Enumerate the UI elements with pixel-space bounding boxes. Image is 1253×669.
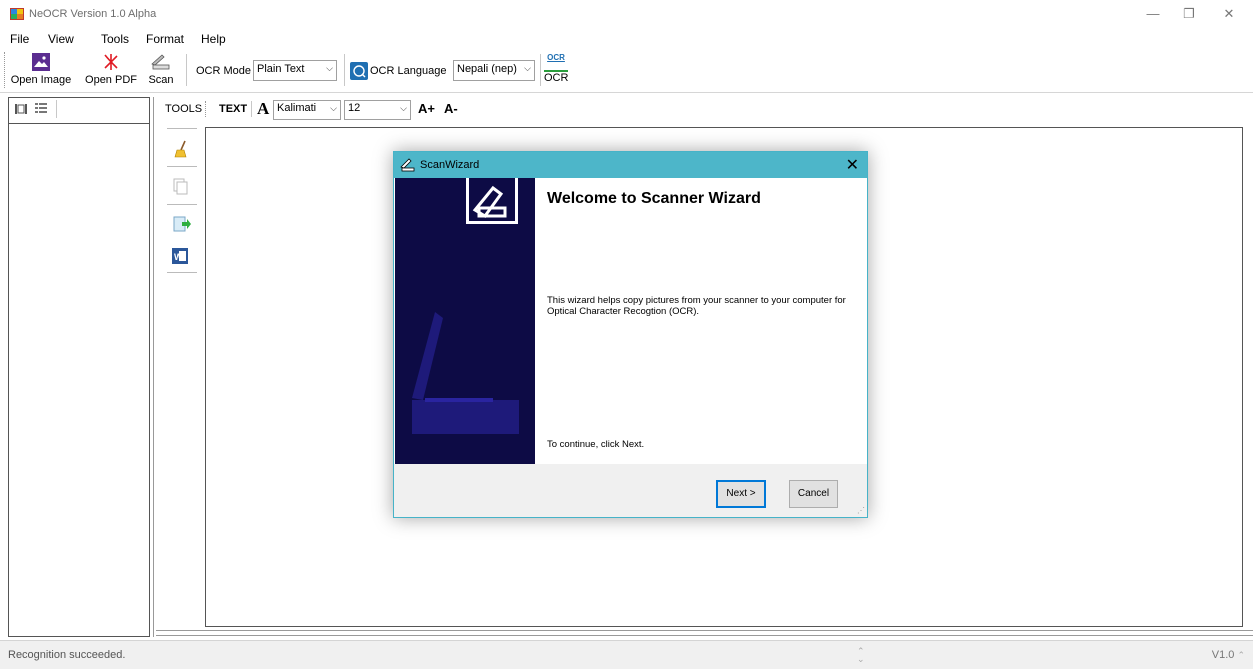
next-button[interactable]: Next > [716, 480, 766, 508]
tab-separator [56, 100, 57, 118]
tool-separator [167, 272, 197, 273]
tools-column: W [163, 126, 199, 626]
bottom-splitter[interactable] [156, 630, 1253, 636]
chevron-down-icon: ⌵ [524, 63, 531, 73]
chevron-down-icon: ⌵ [400, 103, 407, 113]
decrease-font-button[interactable]: A- [444, 101, 458, 116]
svg-text:W: W [174, 252, 183, 262]
font-size-value: 12 [348, 102, 361, 114]
open-image-button[interactable]: Open Image [8, 52, 74, 86]
menu-file[interactable]: File [10, 32, 29, 46]
menu-bar: File View Tools Format Help [0, 30, 1253, 48]
close-button[interactable]: ✕ [1213, 4, 1245, 24]
main-toolbar: Open Image Open PDF Scan OCR Mode Plain … [0, 48, 1253, 93]
font-icon: A [257, 99, 270, 118]
title-bar: NeOCR Version 1.0 Alpha — ❐ ✕ [0, 0, 1253, 30]
ocr-language-select[interactable]: Nepali (nep) ⌵ [453, 60, 535, 81]
open-pdf-button[interactable]: Open PDF [78, 52, 144, 86]
wizard-continue-text: To continue, click Next. [547, 439, 645, 450]
toolbar-separator [186, 54, 187, 86]
text-label: TEXT [219, 103, 248, 115]
page-view-icon[interactable] [14, 103, 28, 115]
dialog-body: Welcome to Scanner Wizard This wizard he… [394, 178, 867, 464]
pdf-icon [104, 54, 118, 70]
toolbar-separator [251, 101, 252, 117]
ocr-label: OCR [544, 72, 569, 84]
text-toolbar: TOOLS TEXT A Kalimati ⌵ 12 ⌵ A+ A- [157, 96, 1253, 124]
scanner-icon [400, 158, 415, 172]
scan-label: Scan [148, 74, 174, 86]
ocr-icon: OCR [544, 52, 568, 72]
scan-button[interactable]: Scan [147, 52, 175, 86]
font-select[interactable]: Kalimati ⌵ [273, 100, 341, 120]
ocr-mode-value: Plain Text [257, 63, 305, 75]
font-value: Kalimati [277, 102, 317, 114]
toolbar-grip [205, 101, 207, 117]
status-bar: Recognition succeeded. ⌃ ⌄ V1.0 ⌃ [0, 640, 1253, 669]
status-scroll-icon[interactable]: ⌃ ⌄ [857, 647, 865, 664]
version-value: V1.0 [1211, 649, 1235, 661]
left-splitter[interactable] [153, 97, 156, 637]
dialog-close-button[interactable]: ✕ [846, 155, 859, 175]
tool-separator [167, 128, 197, 129]
tool-separator [167, 166, 197, 167]
image-icon [32, 53, 50, 71]
open-image-label: Open Image [10, 74, 72, 86]
toolbar-separator [344, 54, 345, 86]
font-size-select[interactable]: 12 ⌵ [344, 100, 411, 120]
language-icon [350, 62, 368, 80]
wizard-heading: Welcome to Scanner Wizard [547, 190, 761, 207]
wizard-description: This wizard helps copy pictures from you… [547, 295, 846, 317]
wizard-side-panel [395, 178, 535, 464]
word-icon[interactable]: W [172, 248, 188, 264]
tools-label: TOOLS [165, 103, 203, 115]
chevron-up-icon: ⌃ [1237, 650, 1245, 660]
chevron-down-icon: ⌵ [330, 103, 337, 113]
list-view-icon[interactable] [34, 102, 48, 116]
version-label: V1.0 ⌃ [1212, 649, 1245, 661]
left-panel [8, 97, 150, 637]
app-icon [10, 8, 24, 20]
toolbar-separator [540, 54, 541, 86]
scanner-icon [151, 54, 170, 70]
export-icon[interactable] [173, 216, 191, 232]
copy-icon[interactable] [173, 178, 189, 196]
ocr-language-label: OCR Language [370, 65, 447, 77]
menu-format[interactable]: Format [146, 32, 184, 46]
ocr-mode-select[interactable]: Plain Text ⌵ [253, 60, 337, 81]
scan-wizard-dialog: ScanWizard ✕ Welcome to Scanner Wizard T… [393, 151, 868, 518]
toolbar-grip[interactable] [4, 52, 6, 88]
status-message: Recognition succeeded. [8, 649, 126, 661]
ocr-mode-label: OCR Mode [196, 65, 252, 77]
cancel-button[interactable]: Cancel [789, 480, 838, 508]
left-panel-tabs [8, 96, 150, 124]
menu-help[interactable]: Help [201, 32, 226, 46]
menu-view[interactable]: View [48, 32, 74, 46]
window-title: NeOCR Version 1.0 Alpha [29, 8, 157, 20]
chevron-down-icon: ⌵ [326, 63, 333, 73]
scanner-illustration [412, 178, 519, 434]
tool-separator [167, 204, 197, 205]
open-pdf-label: Open PDF [85, 74, 137, 86]
resize-grip-icon[interactable]: ⋰ [857, 506, 865, 515]
ocr-button[interactable]: OCR OCR [544, 52, 568, 84]
menu-tools[interactable]: Tools [101, 32, 129, 46]
dialog-title: ScanWizard [420, 159, 480, 171]
dialog-title-bar: ScanWizard ✕ [394, 152, 867, 178]
minimize-button[interactable]: — [1137, 4, 1169, 24]
restore-button[interactable]: ❐ [1173, 4, 1205, 24]
increase-font-button[interactable]: A+ [418, 101, 435, 116]
broom-icon[interactable] [173, 140, 189, 158]
ocr-language-value: Nepali (nep) [457, 63, 517, 75]
